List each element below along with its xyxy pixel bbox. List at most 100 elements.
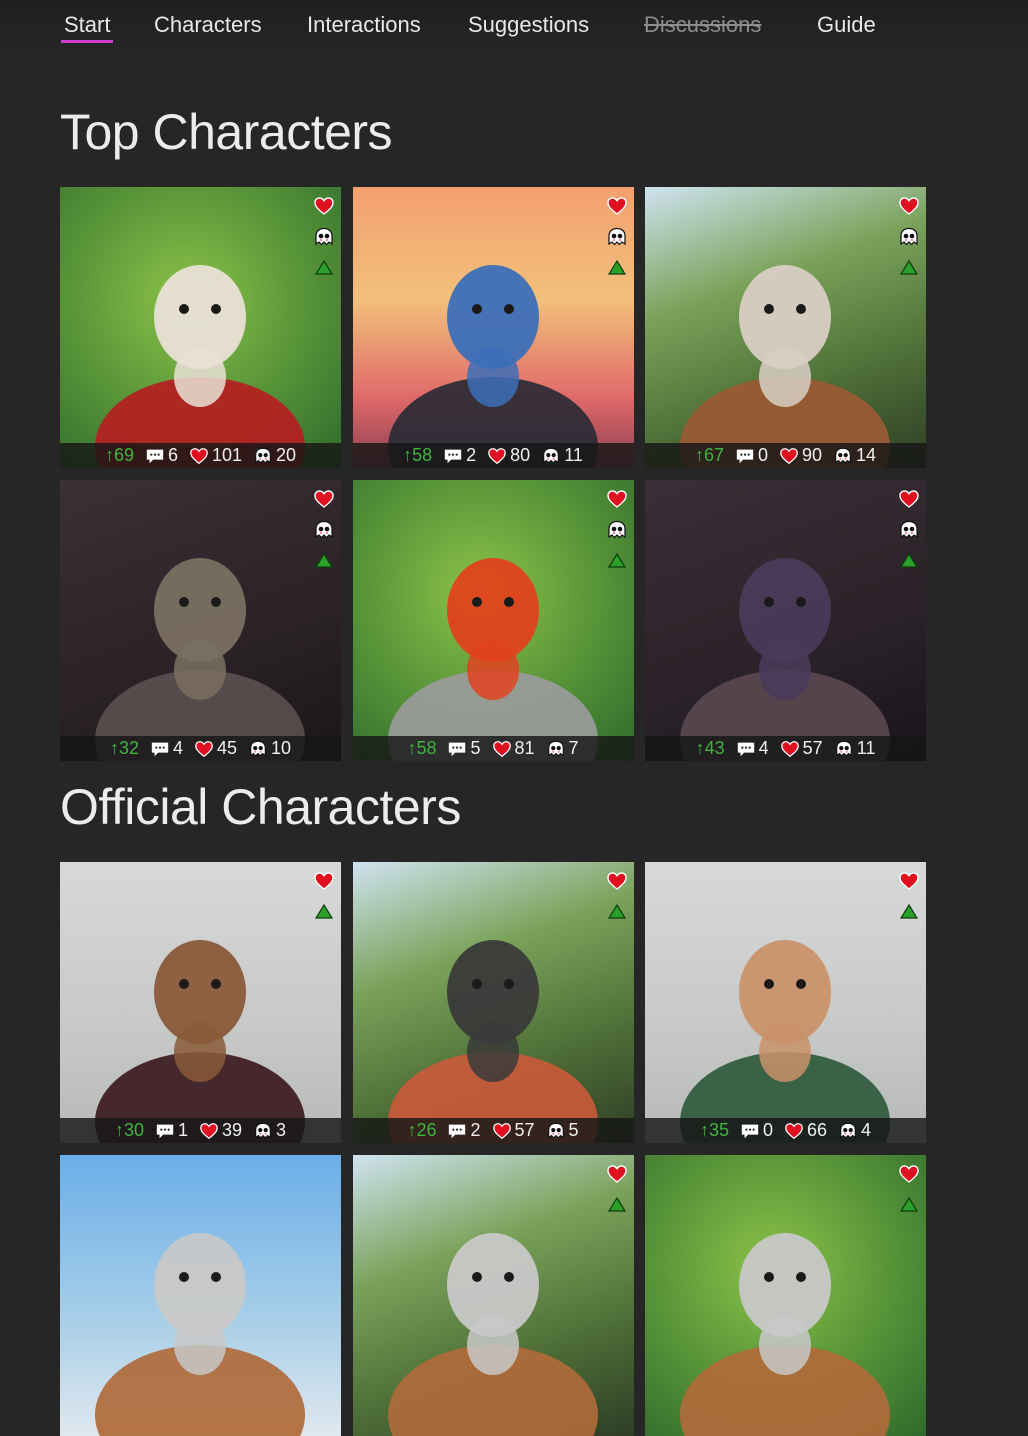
upvote-count[interactable]: ↑67 [695, 445, 724, 466]
comment-stat[interactable]: 0 [740, 1120, 773, 1141]
overlay-heart-icon[interactable] [606, 870, 628, 892]
nav-discussions[interactable]: Discussions [644, 12, 761, 38]
overlay-triangle-icon[interactable] [313, 257, 335, 279]
character-card[interactable] [60, 1155, 341, 1436]
ghost-stat[interactable]: 11 [541, 445, 583, 466]
overlay-heart-icon[interactable] [313, 870, 335, 892]
triangle-icon [607, 552, 626, 568]
overlay-triangle-icon[interactable] [606, 550, 628, 572]
overlay-heart-icon[interactable] [606, 1163, 628, 1185]
overlay-heart-icon[interactable] [898, 195, 920, 217]
character-card[interactable]: ↑35 0 66 4 [645, 862, 926, 1143]
nav-characters[interactable]: Characters [154, 12, 262, 38]
ghost-stat[interactable]: 11 [834, 738, 875, 759]
upvote-count[interactable]: ↑30 [115, 1120, 144, 1141]
overlay-heart-icon[interactable] [898, 1163, 920, 1185]
character-card[interactable]: ↑58 5 81 7 [352, 480, 634, 761]
comment-stat[interactable]: 4 [150, 738, 183, 759]
overlay-triangle-icon[interactable] [313, 550, 335, 572]
ghost-stat[interactable]: 5 [546, 1120, 579, 1141]
heart-icon [785, 1122, 803, 1139]
upvote-count[interactable]: ↑43 [696, 738, 725, 759]
overlay-triangle-icon[interactable] [606, 257, 628, 279]
overlay-heart-icon[interactable] [606, 195, 628, 217]
overlay-triangle-icon[interactable] [313, 901, 335, 923]
character-portrait [645, 187, 926, 468]
overlay-triangle-icon[interactable] [898, 550, 920, 572]
upvote-count[interactable]: ↑32 [110, 738, 139, 759]
overlay-heart-icon[interactable] [313, 195, 335, 217]
heart-icon [606, 1165, 627, 1183]
heart-icon [200, 1122, 218, 1139]
comment-stat[interactable]: 2 [443, 445, 476, 466]
overlay-triangle-icon[interactable] [898, 1194, 920, 1216]
overlay-ghost-icon[interactable] [313, 519, 335, 541]
overlay-triangle-icon[interactable] [606, 1194, 628, 1216]
character-card[interactable] [352, 1155, 634, 1436]
upvote-count[interactable]: ↑35 [700, 1120, 729, 1141]
stats-bar: ↑35 0 66 4 [645, 1118, 926, 1143]
nav-suggestions[interactable]: Suggestions [468, 12, 589, 38]
ghost-stat[interactable]: 7 [546, 738, 579, 759]
top-characters-heading: Top Characters [60, 104, 393, 160]
overlay-ghost-icon[interactable] [606, 226, 628, 248]
like-stat[interactable]: 101 [189, 445, 242, 466]
character-card[interactable] [645, 1155, 926, 1436]
ghost-icon [547, 1122, 564, 1139]
ghost-stat[interactable]: 4 [838, 1120, 871, 1141]
upvote-count[interactable]: ↑69 [105, 445, 134, 466]
ghost-stat[interactable]: 10 [248, 738, 291, 759]
ghost-stat[interactable]: 3 [253, 1120, 286, 1141]
like-stat[interactable]: 80 [487, 445, 530, 466]
overlay-heart-icon[interactable] [606, 488, 628, 510]
overlay-ghost-icon[interactable] [898, 519, 920, 541]
comment-stat[interactable]: 0 [735, 445, 768, 466]
comment-stat[interactable]: 5 [447, 738, 481, 759]
comment-stat[interactable]: 2 [447, 1120, 481, 1141]
overlay-triangle-icon[interactable] [898, 901, 920, 923]
ghost-stat[interactable]: 14 [833, 445, 876, 466]
like-count: 81 [514, 738, 535, 758]
like-stat[interactable]: 39 [199, 1120, 242, 1141]
character-portrait [645, 862, 926, 1143]
ghost-icon [315, 227, 333, 246]
nav-guide[interactable]: Guide [817, 12, 876, 38]
upvote-count[interactable]: ↑58 [403, 445, 432, 466]
stats-bar: ↑58 2 80 11 [352, 443, 634, 468]
character-card[interactable]: ↑43 4 57 11 [645, 480, 926, 761]
like-stat[interactable]: 57 [492, 1120, 535, 1141]
comment-icon [449, 742, 466, 756]
heart-icon [899, 1165, 919, 1183]
character-card[interactable]: ↑26 2 57 5 [352, 862, 634, 1143]
like-stat[interactable]: 81 [492, 738, 535, 759]
nav-start[interactable]: Start [60, 12, 114, 43]
stats-bar: ↑32 4 45 10 [60, 736, 341, 761]
nav-interactions[interactable]: Interactions [307, 12, 421, 38]
character-card[interactable]: ↑67 0 90 14 [645, 187, 926, 468]
character-card[interactable]: ↑32 4 45 10 [60, 480, 341, 761]
like-stat[interactable]: 45 [194, 738, 237, 759]
triangle-icon [607, 259, 626, 275]
character-card[interactable]: ↑58 2 80 11 [352, 187, 634, 468]
like-stat[interactable]: 57 [780, 738, 823, 759]
overlay-triangle-icon[interactable] [606, 901, 628, 923]
overlay-ghost-icon[interactable] [606, 519, 628, 541]
comment-stat[interactable]: 4 [736, 738, 769, 759]
character-card[interactable]: ↑30 1 39 3 [60, 862, 341, 1143]
like-stat[interactable]: 66 [784, 1120, 827, 1141]
overlay-triangle-icon[interactable] [898, 257, 920, 279]
upvote-count[interactable]: ↑58 [407, 738, 436, 759]
overlay-heart-icon[interactable] [313, 488, 335, 510]
overlay-heart-icon[interactable] [898, 870, 920, 892]
upvote-count[interactable]: ↑26 [407, 1120, 436, 1141]
overlay-ghost-icon[interactable] [898, 226, 920, 248]
ghost-stat[interactable]: 20 [253, 445, 296, 466]
comment-stat[interactable]: 1 [155, 1120, 188, 1141]
comment-icon [146, 449, 164, 463]
comment-stat[interactable]: 6 [145, 445, 178, 466]
character-card[interactable]: ↑69 6 101 20 [60, 187, 341, 468]
like-stat[interactable]: 90 [779, 445, 822, 466]
overlay-ghost-icon[interactable] [313, 226, 335, 248]
overlay-heart-icon[interactable] [898, 488, 920, 510]
comment-icon [741, 1124, 759, 1138]
